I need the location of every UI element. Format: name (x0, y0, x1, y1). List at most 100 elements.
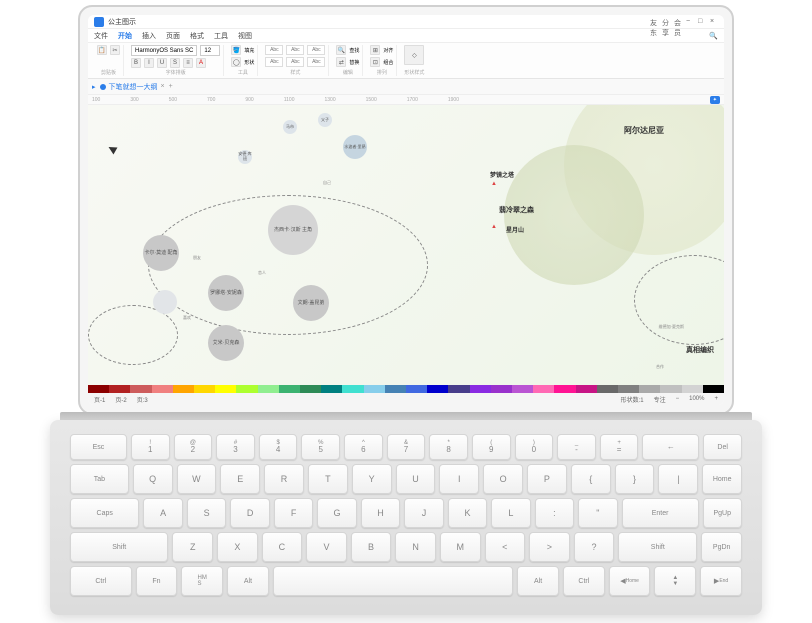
status-pages[interactable]: 页-2 (115, 395, 126, 404)
menu-format[interactable]: 格式 (190, 31, 204, 41)
style-preset-6[interactable]: Abc (307, 57, 325, 67)
key-p[interactable]: P (527, 464, 567, 494)
color-swatch[interactable] (554, 385, 575, 393)
key-a[interactable]: A (143, 498, 182, 528)
key-w[interactable]: W (177, 464, 217, 494)
key-del[interactable]: Del (703, 434, 742, 460)
key-quote[interactable]: " (578, 498, 617, 528)
key-lctrl[interactable]: Ctrl (70, 566, 132, 596)
key-pgdn[interactable]: PgDn (701, 532, 742, 562)
key-lalt[interactable]: Alt (227, 566, 269, 596)
color-swatch[interactable] (152, 385, 173, 393)
color-swatch[interactable] (130, 385, 151, 393)
align-arrange-button[interactable]: ⊞ (370, 45, 380, 55)
location-1[interactable]: 梦镜之塔 (490, 170, 514, 179)
key-i[interactable]: I (439, 464, 479, 494)
marker-icon[interactable] (491, 223, 499, 231)
tab-close-icon[interactable]: × (161, 83, 165, 90)
replace-button[interactable]: ⇄ (336, 57, 346, 67)
node-main-character[interactable]: 杰西卡·汉斯 主角 (268, 205, 318, 255)
color-swatch[interactable] (279, 385, 300, 393)
key-f[interactable]: F (274, 498, 313, 528)
key-hm[interactable]: HM S (181, 566, 223, 596)
key-3[interactable]: #3 (216, 434, 255, 460)
key-m[interactable]: M (440, 532, 481, 562)
font-size-select[interactable]: 12 (200, 45, 220, 56)
color-swatch[interactable] (173, 385, 194, 393)
color-swatch[interactable] (470, 385, 491, 393)
color-swatch[interactable] (215, 385, 236, 393)
menu-file[interactable]: 文件 (94, 31, 108, 41)
group-button[interactable]: ⊡ (370, 57, 380, 67)
color-swatch[interactable] (597, 385, 618, 393)
close-icon[interactable]: × (710, 18, 718, 26)
key-l[interactable]: L (491, 498, 530, 528)
zoom-out-button[interactable]: − (676, 396, 680, 402)
key-period[interactable]: > (529, 532, 570, 562)
share-button[interactable]: 分享 (662, 18, 670, 26)
key-z[interactable]: Z (172, 532, 213, 562)
minimize-icon[interactable]: − (686, 18, 694, 26)
key-e[interactable]: E (220, 464, 260, 494)
key-8[interactable]: *8 (429, 434, 468, 460)
key-4[interactable]: $4 (259, 434, 298, 460)
color-swatch[interactable] (342, 385, 363, 393)
color-swatch[interactable] (533, 385, 554, 393)
key-left[interactable]: ◀Home (609, 566, 651, 596)
node-tiny[interactable]: 安德·库班 (238, 150, 252, 164)
color-swatch[interactable] (618, 385, 639, 393)
shape-style-button[interactable]: ◇ (404, 45, 424, 65)
key-u[interactable]: U (396, 464, 436, 494)
bold-button[interactable]: B (131, 58, 141, 68)
color-swatch[interactable] (448, 385, 469, 393)
key-s[interactable]: S (187, 498, 226, 528)
color-swatch[interactable] (258, 385, 279, 393)
color-swatch[interactable] (682, 385, 703, 393)
node-karl[interactable]: 卡尔·莫迪 配角 (143, 235, 179, 271)
underline-button[interactable]: U (157, 58, 167, 68)
key-backspace[interactable]: ← (642, 434, 699, 460)
key-pgup[interactable]: PgUp (703, 498, 742, 528)
key-2[interactable]: @2 (174, 434, 213, 460)
color-swatch[interactable] (703, 385, 724, 393)
ai-button[interactable]: ✦ (710, 96, 720, 104)
strike-button[interactable]: S (170, 58, 180, 68)
region-title[interactable]: 阿尔达尼亚 (624, 125, 664, 136)
key-slash[interactable]: ? (574, 532, 615, 562)
find-button[interactable]: 🔍 (336, 45, 346, 55)
paste-button[interactable]: 📋 (97, 45, 107, 55)
color-swatch[interactable] (639, 385, 660, 393)
key-h[interactable]: H (361, 498, 400, 528)
node-emi[interactable]: 艾米·贝克森 (208, 325, 244, 361)
key-q[interactable]: Q (133, 464, 173, 494)
document-tab[interactable]: 下笔就想一大纲 × (100, 82, 165, 92)
menu-insert[interactable]: 插入 (142, 31, 156, 41)
menu-tool[interactable]: 工具 (214, 31, 228, 41)
style-preset-5[interactable]: Abc (286, 57, 304, 67)
node-rose[interactable]: 罗娜塔·安妮森 (208, 275, 244, 311)
fill-button[interactable]: 🪣 (231, 45, 241, 55)
key-rbracket[interactable]: } (615, 464, 655, 494)
node-wen[interactable]: 文朗·盖昆弟 (293, 285, 329, 321)
key-equals[interactable]: += (600, 434, 639, 460)
key-enter[interactable]: Enter (622, 498, 699, 528)
color-swatch[interactable] (88, 385, 109, 393)
style-preset-1[interactable]: Abc (265, 45, 283, 55)
color-swatch[interactable] (512, 385, 533, 393)
key-home[interactable]: Home (702, 464, 742, 494)
color-swatch[interactable] (194, 385, 215, 393)
key-y[interactable]: Y (352, 464, 392, 494)
key-backslash[interactable]: | (658, 464, 698, 494)
key-rshift[interactable]: Shift (618, 532, 697, 562)
color-swatch[interactable] (576, 385, 597, 393)
key-right[interactable]: ▶End (700, 566, 742, 596)
menu-page[interactable]: 页面 (166, 31, 180, 41)
cut-button[interactable]: ✂ (110, 45, 120, 55)
key-n[interactable]: N (395, 532, 436, 562)
color-swatch[interactable] (236, 385, 257, 393)
add-tab-button[interactable]: + (169, 83, 173, 90)
status-layer[interactable]: 专注 (654, 395, 666, 404)
align-button[interactable]: ≡ (183, 58, 193, 68)
diagram-canvas[interactable]: 阿尔达尼亚 真相编织 维德加·夏克斯 梦镜之塔 翡冷翠之森 星月山 杰西卡·汉斯… (88, 105, 724, 385)
location-3[interactable]: 星月山 (506, 225, 524, 234)
